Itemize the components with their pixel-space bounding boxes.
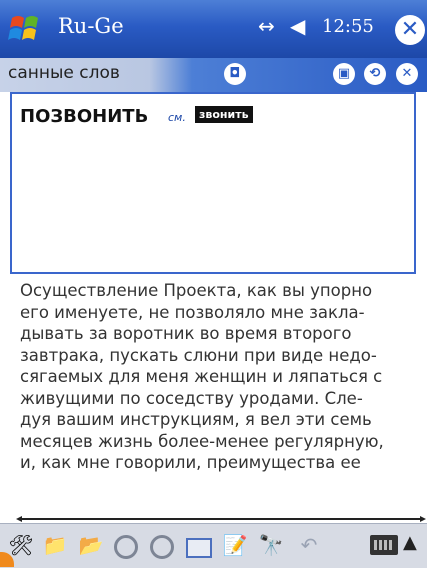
edit-icon[interactable]: 📝 bbox=[222, 532, 248, 558]
folder-icon[interactable]: 📁 bbox=[42, 532, 68, 558]
dictionary-entry-panel: ПОЗВОНИТЬ см. звонить bbox=[10, 92, 416, 274]
text-line: и, как мне говорили, преимущества ее bbox=[20, 453, 361, 472]
text-line: сягаемых для меня женщин и ляпаться с bbox=[20, 367, 383, 386]
input-menu-arrow-icon[interactable]: ▲ bbox=[403, 532, 417, 553]
dictionary-window-bar: санные слов ◘ ▣ ⟲ ✕ bbox=[0, 58, 427, 92]
scroll-track[interactable] bbox=[22, 518, 420, 520]
open-icon[interactable]: 📂 bbox=[78, 532, 104, 558]
volume-icon[interactable]: ◀ bbox=[290, 14, 305, 38]
bottom-toolbar: 🛠 📁 📂 📝 🔭 ↶ ▲ bbox=[0, 523, 427, 568]
see-label: см. bbox=[168, 111, 186, 124]
window-caption: санные слов bbox=[8, 63, 120, 83]
tools-icon[interactable]: 🛠 bbox=[8, 532, 34, 558]
pin-icon[interactable]: ◘ bbox=[224, 63, 246, 85]
text-line: дывать за воротник во время второго bbox=[20, 324, 352, 343]
connectivity-icon[interactable]: ↔ bbox=[258, 14, 275, 38]
book-text: Осуществление Проекта, как вы упорно его… bbox=[20, 280, 422, 474]
back-icon[interactable]: ⟲ bbox=[364, 63, 386, 85]
cross-reference-link[interactable]: звонить bbox=[195, 106, 253, 123]
window-icon[interactable]: ▣ bbox=[333, 63, 355, 85]
text-line: завтрака, пускать слюни при виде недо- bbox=[20, 345, 377, 365]
headword: ПОЗВОНИТЬ bbox=[20, 106, 149, 127]
windows-start-icon[interactable] bbox=[6, 10, 46, 48]
app-title: Ru-Ge bbox=[58, 14, 124, 38]
text-line: Осуществление Проекта, как вы упорно bbox=[20, 281, 373, 300]
circle-icon[interactable] bbox=[114, 535, 138, 559]
circle-icon[interactable] bbox=[150, 535, 174, 559]
text-line: живущими по соседству уродами. Сле- bbox=[20, 388, 363, 408]
text-line: дуя вашим инструкциям, я вел эти семь bbox=[20, 410, 372, 429]
title-bar: Ru-Ge ↔ ◀ 12:55 ✕ bbox=[0, 0, 427, 58]
close-app-button[interactable]: ✕ bbox=[395, 15, 425, 45]
binoculars-icon[interactable]: 🔭 bbox=[258, 532, 284, 558]
close-icon[interactable]: ✕ bbox=[396, 63, 418, 85]
keyboard-icon[interactable] bbox=[370, 535, 398, 555]
horizontal-scrollbar[interactable] bbox=[16, 516, 426, 522]
text-line: его именуете, не позволяло мне закла- bbox=[20, 302, 365, 322]
clock[interactable]: 12:55 bbox=[322, 16, 374, 37]
window-icon[interactable] bbox=[186, 538, 212, 558]
scroll-right-arrow[interactable] bbox=[420, 516, 426, 522]
back-icon[interactable]: ↶ bbox=[296, 532, 322, 558]
text-line: месяцев жизнь более-менее регулярную, bbox=[20, 431, 384, 451]
